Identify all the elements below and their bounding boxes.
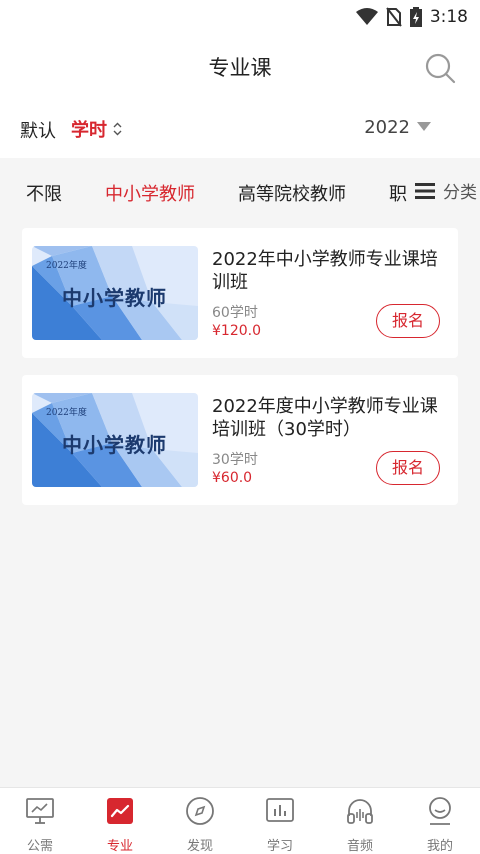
- menu-icon: [415, 182, 435, 199]
- category-more-label: 分类: [443, 183, 477, 203]
- compass-icon: [186, 797, 214, 825]
- tab-label: 公需: [26, 839, 53, 854]
- tab-label: 学习: [266, 839, 293, 854]
- sort-hours-label: 学时: [71, 120, 107, 141]
- course-thumbnail: 2022年度 中小学教师: [32, 393, 198, 487]
- enroll-button[interactable]: 报名: [376, 451, 440, 485]
- battery-icon: [409, 7, 422, 27]
- caret-down-icon: [417, 122, 431, 131]
- thumbnail-year: 2022年度: [46, 261, 87, 271]
- status-bar: 3:18: [0, 0, 480, 34]
- tab-audio[interactable]: 音频: [320, 788, 400, 854]
- tab-label: 我的: [426, 839, 453, 854]
- status-time: 3:18: [429, 7, 468, 27]
- category-vocational[interactable]: 职: [389, 180, 407, 206]
- category-bar: 不限 中小学教师 高等院校教师 职 分类: [0, 160, 480, 224]
- user-icon: [429, 797, 451, 825]
- tab-label: 专业: [106, 839, 133, 854]
- course-title: 2022年中小学教师专业课培训班: [212, 249, 438, 293]
- sort-bar: 默认 学时 2022: [0, 100, 480, 158]
- category-college-teacher[interactable]: 高等院校教师: [238, 180, 346, 206]
- course-hours: 30学时: [212, 452, 258, 468]
- wifi-icon: [355, 8, 378, 25]
- headphones-icon: [347, 799, 373, 824]
- bottom-tab-bar: 公需 专业 发现 学习 音频 我的: [0, 787, 480, 854]
- category-more-button[interactable]: 分类: [411, 178, 477, 203]
- tab-professional[interactable]: 专业: [80, 788, 160, 854]
- sort-default[interactable]: 默认: [20, 117, 56, 143]
- course-hours: 60学时: [212, 305, 258, 321]
- thumbnail-year: 2022年度: [46, 408, 87, 418]
- tab-discover[interactable]: 发现: [160, 788, 240, 854]
- category-k12-teacher[interactable]: 中小学教师: [105, 180, 195, 206]
- category-all[interactable]: 不限: [26, 180, 62, 206]
- course-title: 2022年度中小学教师专业课培训班（30学时）: [212, 396, 438, 440]
- course-card[interactable]: 2022年度 中小学教师 2022年中小学教师专业课培训班 60学时 ¥120.…: [22, 228, 458, 358]
- page-title: 专业课: [208, 56, 272, 80]
- no-sim-icon: [386, 7, 402, 27]
- course-price: ¥120.0: [212, 323, 261, 339]
- course-card[interactable]: 2022年度 中小学教师 2022年度中小学教师专业课培训班（30学时） 30学…: [22, 375, 458, 505]
- thumbnail-title: 中小学教师: [62, 433, 167, 457]
- course-thumbnail: 2022年度 中小学教师: [32, 246, 198, 340]
- tab-study[interactable]: 学习: [240, 788, 320, 854]
- chart-icon: [266, 798, 294, 822]
- tab-mine[interactable]: 我的: [400, 788, 480, 854]
- sort-arrows-icon: [113, 122, 122, 136]
- monitor-icon: [26, 798, 54, 824]
- year-select[interactable]: 2022: [364, 117, 410, 138]
- search-icon[interactable]: [424, 52, 456, 84]
- thumbnail-title: 中小学教师: [62, 286, 167, 310]
- trend-icon: [107, 798, 133, 824]
- page-header: 专业课: [0, 34, 480, 100]
- enroll-button[interactable]: 报名: [376, 304, 440, 338]
- tab-public[interactable]: 公需: [0, 788, 80, 854]
- sort-hours[interactable]: 学时: [71, 116, 122, 142]
- year-value: 2022: [364, 117, 410, 138]
- tab-label: 音频: [346, 839, 373, 854]
- tab-label: 发现: [186, 839, 213, 854]
- course-price: ¥60.0: [212, 470, 253, 486]
